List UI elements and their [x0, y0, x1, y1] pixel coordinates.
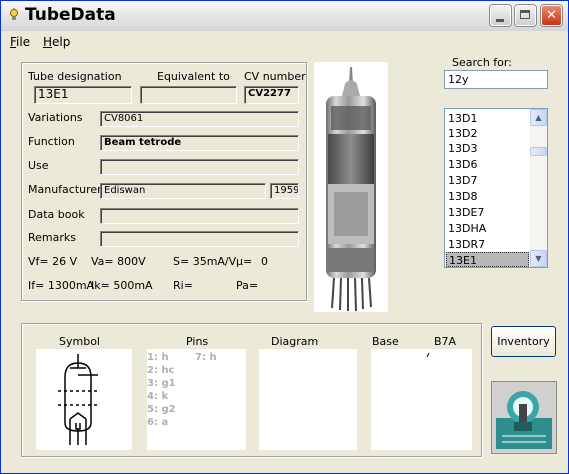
inventory-button[interactable]: Inventory: [491, 326, 556, 357]
base-diagram-icon: [426, 352, 430, 358]
equivalent-label: Equivalent to: [157, 70, 230, 83]
window-title: TubeData: [25, 5, 116, 25]
designation-label: Tube designation: [28, 70, 122, 83]
list-item[interactable]: 13D7: [446, 173, 529, 188]
diagram-box: [259, 349, 357, 450]
tube-logo-icon: [492, 382, 556, 453]
cv-label: CV number: [244, 70, 306, 83]
use-label: Use: [28, 159, 49, 172]
param-mu-value: 0: [261, 255, 268, 268]
symbol-label: Symbol: [59, 335, 100, 348]
title-bar[interactable]: TubeData ✕: [1, 1, 568, 31]
databook-label: Data book: [28, 208, 85, 221]
designation-field[interactable]: 13E1: [34, 86, 132, 104]
use-field[interactable]: [100, 159, 299, 175]
param-ik: Ik= 500mA: [91, 279, 153, 292]
symbol-box: [36, 349, 132, 450]
base-value: B7A: [434, 335, 457, 348]
pin-item: 7: h: [195, 352, 217, 363]
lightbulb-icon: [7, 8, 21, 22]
diagram-label: Diagram: [271, 335, 319, 348]
menu-help-accel: H: [43, 35, 53, 49]
function-field[interactable]: Beam tetrode: [100, 135, 299, 151]
search-label: Search for:: [452, 56, 512, 69]
list-item[interactable]: 13DR7: [446, 237, 529, 252]
list-item[interactable]: 13D6: [446, 157, 529, 172]
scroll-up-button[interactable]: ▲: [530, 109, 547, 126]
search-input[interactable]: 12y: [444, 70, 548, 89]
menu-file[interactable]: File: [10, 35, 30, 49]
pin-item: 1: h: [147, 352, 169, 363]
remarks-field[interactable]: [100, 231, 299, 247]
tube-photo: [314, 62, 388, 312]
menu-help[interactable]: Help: [43, 35, 70, 49]
variations-label: Variations: [28, 111, 83, 124]
tube-symbol-icon: [58, 354, 98, 445]
app-logo: [491, 381, 557, 454]
variations-field[interactable]: CV8061: [100, 111, 299, 127]
pin-item: 6: a: [147, 417, 169, 428]
manufacturer-field[interactable]: Ediswan: [100, 183, 266, 199]
param-vf: Vf= 26 V: [28, 255, 78, 268]
list-item-selected[interactable]: 13E1: [446, 252, 529, 267]
param-pa: Pa=: [236, 279, 259, 292]
menu-help-label: elp: [52, 35, 71, 49]
close-button[interactable]: ✕: [541, 5, 562, 26]
scroll-thumb[interactable]: [530, 147, 547, 156]
menu-bar: File Help: [1, 31, 568, 51]
param-s: S= 35mA/V: [173, 255, 237, 268]
list-scrollbar[interactable]: ▲ ▼: [530, 109, 547, 267]
param-if: If= 1300mA: [28, 279, 95, 292]
main-window: TubeData ✕ File Help Tube designation Eq…: [0, 0, 569, 474]
close-icon: ✕: [546, 8, 557, 23]
pins-label: Pins: [186, 335, 209, 348]
manufacturer-label: Manufacturer: [28, 183, 102, 196]
pin-item: 3: g1: [147, 378, 176, 389]
maximize-icon: [520, 10, 530, 19]
list-item[interactable]: 13D1: [446, 111, 529, 126]
param-mu-label: µ=: [236, 255, 253, 268]
list-item[interactable]: 13D2: [446, 126, 529, 141]
param-ri: Ri=: [173, 279, 193, 292]
list-item[interactable]: 13DHA: [446, 221, 529, 236]
minimize-icon: [496, 19, 504, 22]
minimize-button[interactable]: [490, 5, 511, 26]
pin-item: 5: g2: [147, 404, 176, 415]
pin-item: 2: hc: [147, 365, 175, 376]
maximize-button[interactable]: [515, 5, 536, 26]
tube-list[interactable]: 13D1 13D2 13D3 13D6 13D7 13D8 13DE7 13DH…: [444, 108, 548, 268]
base-box: [371, 349, 472, 450]
year-field[interactable]: 1959: [270, 183, 299, 199]
list-item[interactable]: 13DE7: [446, 205, 529, 220]
pin-item: 4: k: [147, 391, 169, 402]
equivalent-field[interactable]: [140, 86, 237, 104]
list-item[interactable]: 13D8: [446, 189, 529, 204]
remarks-label: Remarks: [28, 231, 76, 244]
databook-field[interactable]: [100, 208, 299, 224]
chevron-up-icon: ▲: [535, 113, 542, 122]
param-va: Va= 800V: [91, 255, 146, 268]
menu-file-label: ile: [16, 35, 31, 49]
function-label: Function: [28, 135, 75, 148]
base-label: Base: [372, 335, 399, 348]
chevron-down-icon: ▼: [535, 254, 542, 263]
scroll-down-button[interactable]: ▼: [530, 250, 547, 267]
cv-field[interactable]: CV2277: [244, 86, 299, 104]
list-item[interactable]: 13D3: [446, 141, 529, 156]
